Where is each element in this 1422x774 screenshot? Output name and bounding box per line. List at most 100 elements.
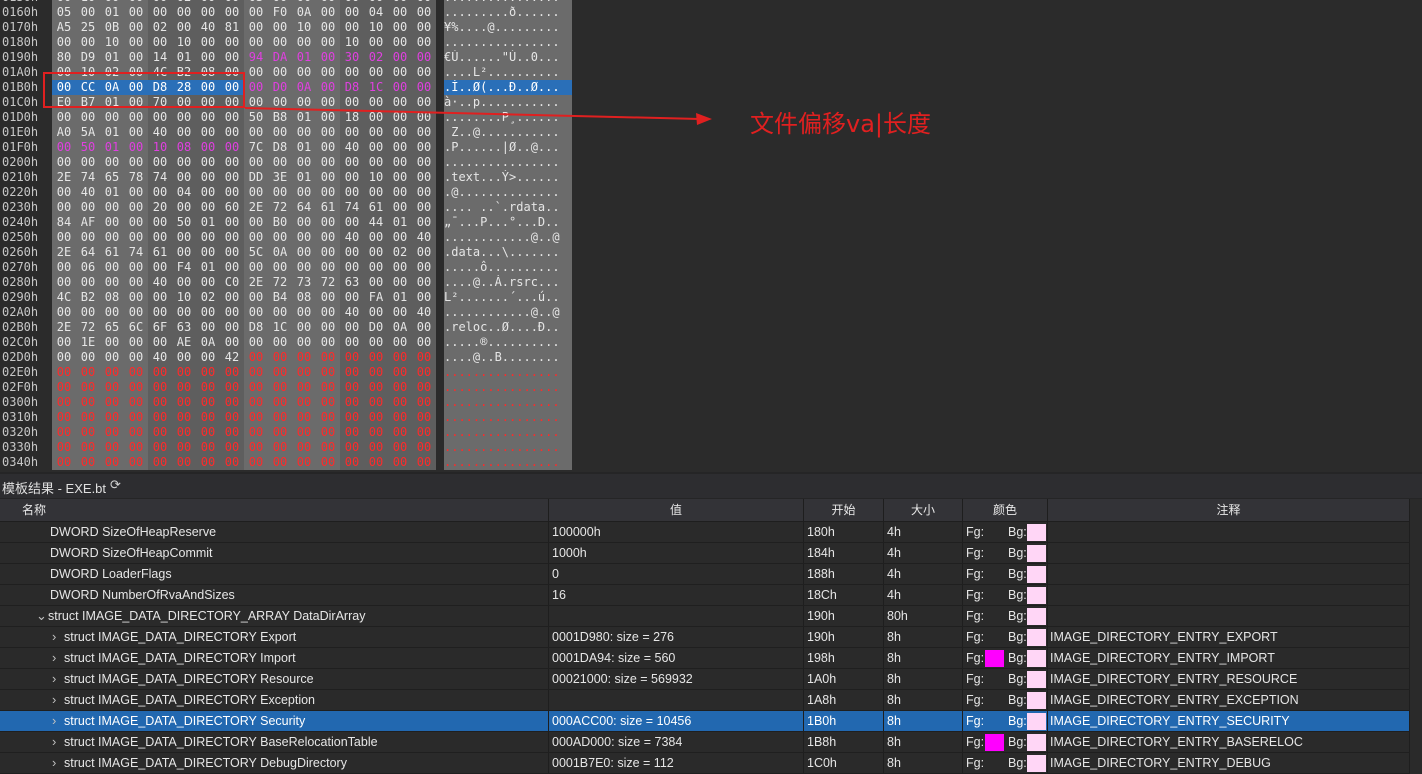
cell-size: 4h: [884, 585, 963, 605]
cell-comment: [1048, 522, 1410, 542]
cell-value: [549, 690, 804, 710]
bg-label: Bg:: [1008, 714, 1027, 728]
table-header-row: 名称 值 开始 大小 颜色 注释: [0, 499, 1410, 522]
cell-name: › struct IMAGE_DATA_DIRECTORY BaseRelocat…: [0, 732, 549, 752]
table-row[interactable]: › struct IMAGE_DATA_DIRECTORY Exception 1A…: [0, 690, 1410, 711]
fg-label: Fg:: [966, 546, 985, 560]
table-row[interactable]: › struct IMAGE_DATA_DIRECTORY DebugDirect…: [0, 753, 1410, 774]
table-row[interactable]: › struct IMAGE_DATA_DIRECTORY Import 0001D…: [0, 648, 1410, 669]
cell-size: 8h: [884, 669, 963, 689]
cell-color: Fg: Bg:: [963, 690, 1048, 710]
fg-label: Fg:: [966, 525, 985, 539]
cell-color: Fg: Bg:: [963, 585, 1048, 605]
table-row[interactable]: DWORD SizeOfHeapReserve 100000h 180h 4h Fg: B…: [0, 522, 1410, 543]
cell-name-text: struct IMAGE_DATA_DIRECTORY Import: [64, 651, 296, 665]
template-results-header: 模板结果 - EXE.bt ⟳: [0, 474, 1422, 498]
bg-color-swatch[interactable]: [1027, 713, 1046, 730]
cell-comment: [1048, 564, 1410, 584]
cell-size: 80h: [884, 606, 963, 626]
chevron-right-icon[interactable]: ›: [52, 711, 64, 731]
cell-value: 00021000: size = 569932: [549, 669, 804, 689]
cell-name: › struct IMAGE_DATA_DIRECTORY DebugDirect…: [0, 753, 549, 773]
refresh-icon[interactable]: ⟳: [110, 477, 121, 493]
cell-name-text: DWORD LoaderFlags: [50, 567, 172, 581]
annotation-label: 文件偏移va|长度: [750, 110, 931, 138]
cell-comment: IMAGE_DIRECTORY_ENTRY_EXCEPTION: [1048, 690, 1410, 710]
column-header-color[interactable]: 颜色: [963, 499, 1048, 521]
cell-value: [549, 606, 804, 626]
cell-comment: IMAGE_DIRECTORY_ENTRY_EXPORT: [1048, 627, 1410, 647]
chevron-right-icon[interactable]: ›: [52, 732, 64, 752]
cell-name: › struct IMAGE_DATA_DIRECTORY Export: [0, 627, 549, 647]
chevron-right-icon[interactable]: ›: [52, 627, 64, 647]
cell-start: 1B0h: [804, 711, 884, 731]
bg-label: Bg:: [1008, 630, 1027, 644]
cell-start: 190h: [804, 627, 884, 647]
table-row[interactable]: ⌄struct IMAGE_DATA_DIRECTORY_ARRAY DataD…: [0, 606, 1410, 627]
chevron-right-icon[interactable]: ›: [52, 648, 64, 668]
bg-color-swatch[interactable]: [1027, 587, 1046, 604]
column-header-name[interactable]: 名称: [0, 499, 549, 521]
cell-size: 8h: [884, 627, 963, 647]
cell-value: 16: [549, 585, 804, 605]
cell-start: 1A8h: [804, 690, 884, 710]
cell-comment: IMAGE_DIRECTORY_ENTRY_IMPORT: [1048, 648, 1410, 668]
bg-color-swatch[interactable]: [1027, 545, 1046, 562]
fg-color-swatch[interactable]: [985, 734, 1004, 751]
table-row[interactable]: DWORD SizeOfHeapCommit 1000h 184h 4h Fg: Bg:: [0, 543, 1410, 564]
column-header-value[interactable]: 值: [549, 499, 804, 521]
chevron-right-icon[interactable]: ›: [52, 690, 64, 710]
cell-name: DWORD SizeOfHeapReserve: [0, 522, 549, 542]
chevron-right-icon[interactable]: ›: [52, 753, 64, 773]
cell-value: 000AD000: size = 7384: [549, 732, 804, 752]
table-row[interactable]: DWORD NumberOfRvaAndSizes 16 18Ch 4h Fg: Bg:: [0, 585, 1410, 606]
cell-name-text: struct IMAGE_DATA_DIRECTORY Export: [64, 630, 297, 644]
cell-value: 0: [549, 564, 804, 584]
column-header-size[interactable]: 大小: [884, 499, 963, 521]
cell-start: 190h: [804, 606, 884, 626]
bg-label: Bg:: [1008, 756, 1027, 770]
cell-start: 18Ch: [804, 585, 884, 605]
cell-color: Fg: Bg:: [963, 606, 1048, 626]
fg-label: Fg:: [966, 735, 985, 749]
annotation-arrow: [244, 107, 712, 125]
cell-name-text: DWORD NumberOfRvaAndSizes: [50, 588, 235, 602]
table-row[interactable]: › struct IMAGE_DATA_DIRECTORY BaseRelocat…: [0, 732, 1410, 753]
cell-color: Fg: Bg:: [963, 543, 1048, 563]
cell-size: 4h: [884, 564, 963, 584]
table-row[interactable]: › struct IMAGE_DATA_DIRECTORY Export 0001D…: [0, 627, 1410, 648]
cell-color: Fg: Bg:: [963, 732, 1048, 752]
bg-color-swatch[interactable]: [1027, 650, 1046, 667]
table-row[interactable]: › struct IMAGE_DATA_DIRECTORY Resource 000…: [0, 669, 1410, 690]
cell-name: › struct IMAGE_DATA_DIRECTORY Exception: [0, 690, 549, 710]
cell-name-text: DWORD SizeOfHeapReserve: [50, 525, 217, 539]
cell-name-text: struct IMAGE_DATA_DIRECTORY Resource: [64, 672, 314, 686]
bg-color-swatch[interactable]: [1027, 524, 1046, 541]
bg-color-swatch[interactable]: [1027, 566, 1046, 583]
fg-label: Fg:: [966, 609, 985, 623]
fg-label: Fg:: [966, 567, 985, 581]
bg-color-swatch[interactable]: [1027, 608, 1046, 625]
chevron-right-icon[interactable]: ›: [52, 669, 64, 689]
table-row[interactable]: DWORD LoaderFlags 0 188h 4h Fg: Bg:: [0, 564, 1410, 585]
bg-color-swatch[interactable]: [1027, 629, 1046, 646]
bg-color-swatch[interactable]: [1027, 734, 1046, 751]
cell-name: › struct IMAGE_DATA_DIRECTORY Resource: [0, 669, 549, 689]
cell-value: 1000h: [549, 543, 804, 563]
fg-label: Fg:: [966, 756, 985, 770]
bg-color-swatch[interactable]: [1027, 692, 1046, 709]
chevron-down-icon[interactable]: ⌄: [36, 606, 48, 626]
bg-color-swatch[interactable]: [1027, 671, 1046, 688]
vertical-scrollbar[interactable]: [1410, 499, 1422, 774]
bg-label: Bg:: [1008, 672, 1027, 686]
cell-comment: [1048, 585, 1410, 605]
cell-name-text: DWORD SizeOfHeapCommit: [50, 546, 213, 560]
fg-color-swatch[interactable]: [985, 650, 1004, 667]
cell-start: 188h: [804, 564, 884, 584]
bg-color-swatch[interactable]: [1027, 755, 1046, 772]
column-header-start[interactable]: 开始: [804, 499, 884, 521]
column-header-comment[interactable]: 注释: [1048, 499, 1410, 521]
cell-comment: IMAGE_DIRECTORY_ENTRY_SECURITY: [1048, 711, 1410, 731]
table-row[interactable]: › struct IMAGE_DATA_DIRECTORY Security 000…: [0, 711, 1410, 732]
cell-comment: IMAGE_DIRECTORY_ENTRY_DEBUG: [1048, 753, 1410, 773]
